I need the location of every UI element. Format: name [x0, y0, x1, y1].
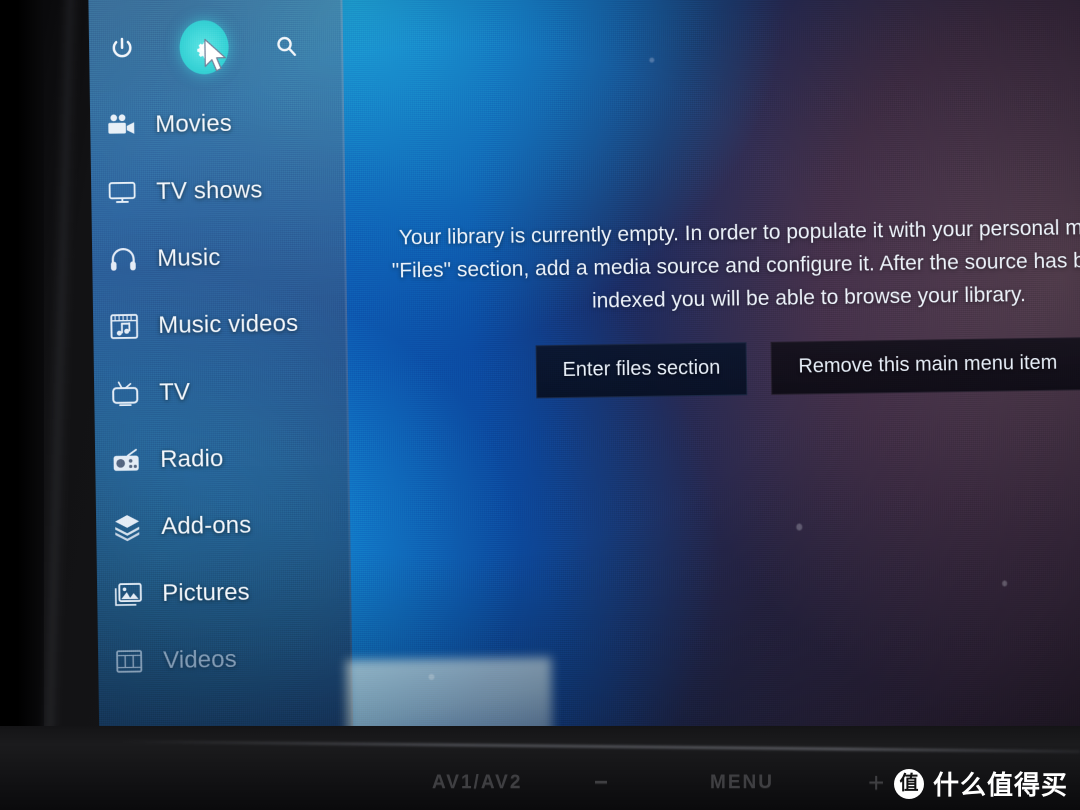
menu-button[interactable]: MENU — [710, 772, 774, 794]
watermark-text: 什么值得买 — [932, 770, 1068, 800]
volume-down-button[interactable]: − — [594, 769, 608, 797]
tv-screen: KODI — [88, 0, 1080, 764]
volume-up-button[interactable]: + — [868, 767, 884, 799]
lcd-pixel-grid — [88, 0, 1080, 764]
photo-of-tv-screen: KODI — [0, 0, 1080, 810]
av-input-button[interactable]: AV1/AV2 — [432, 772, 522, 794]
smzdm-watermark: 值 什么值得买 — [893, 765, 1068, 802]
watermark-badge-icon: 值 — [893, 768, 924, 799]
tv-bezel-left — [0, 0, 44, 810]
